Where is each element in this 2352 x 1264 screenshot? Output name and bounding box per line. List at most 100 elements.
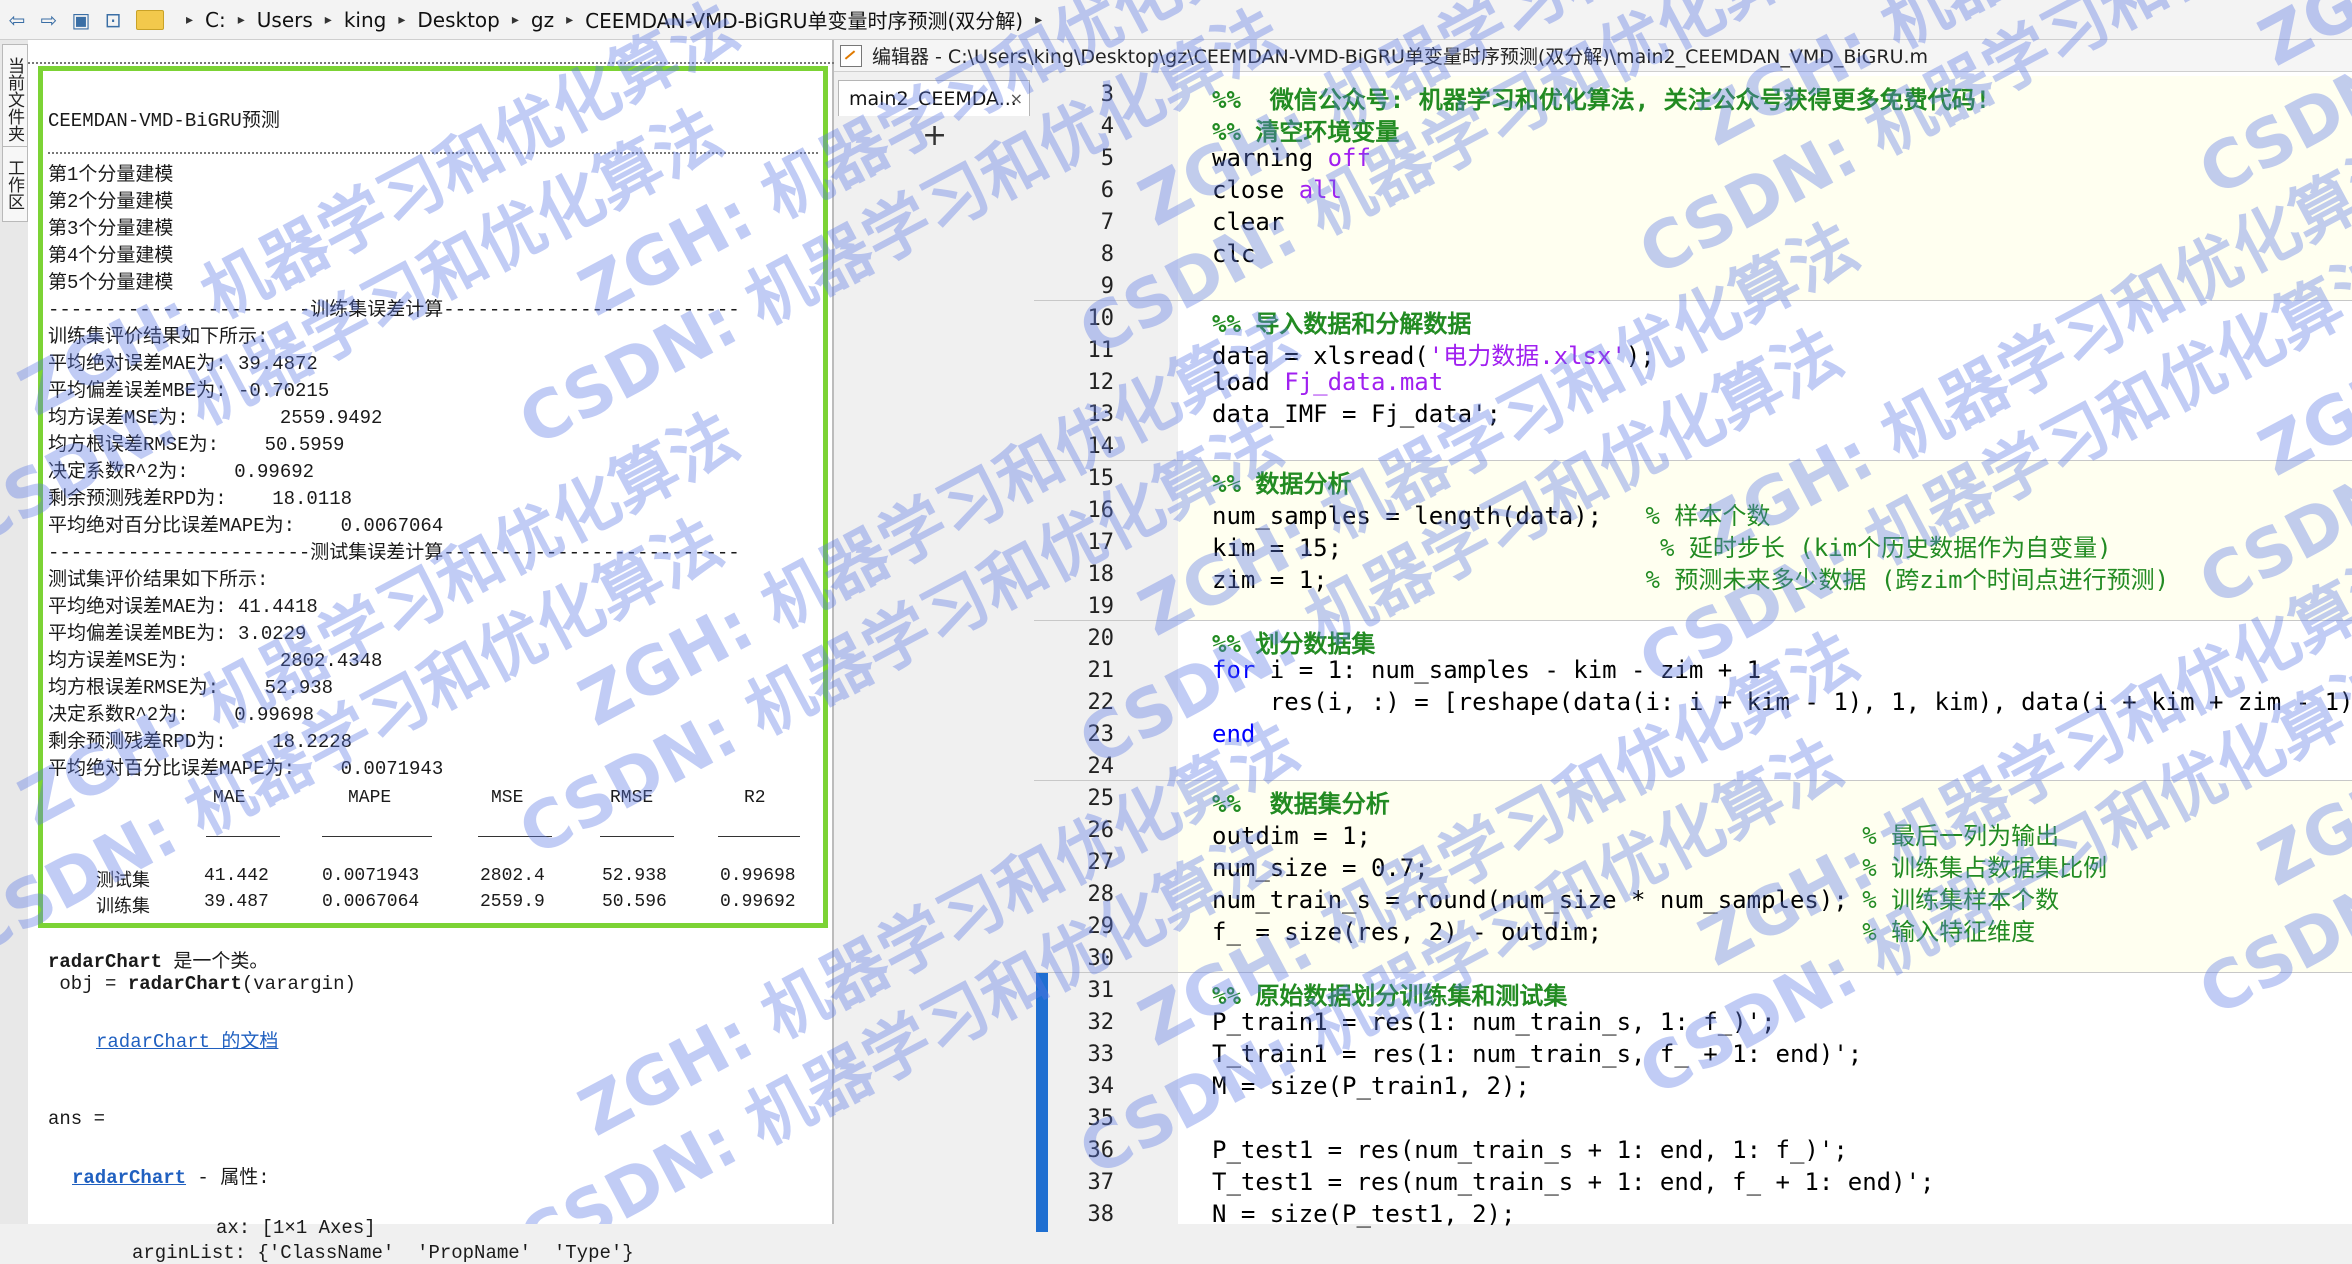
code-line[interactable]: res(i, :) = [reshape(data(i: i + kim - 1…	[1212, 688, 2352, 716]
code-line[interactable]: for i = 1: num_samples - kim - zim + 1	[1212, 656, 1761, 684]
line-number: 36	[1087, 1138, 1115, 1163]
constructor-name: radarChart	[127, 973, 242, 995]
code-token: all	[1298, 176, 1343, 204]
output-line: 剩余预测残差RPD为: 18.0118	[48, 488, 353, 510]
code-line[interactable]: num_train_s = round(num_size * num_sampl…	[1212, 880, 2059, 915]
chevron-right-icon[interactable]: ▸	[398, 12, 405, 28]
code-line[interactable]: %% 微信公众号: 机器学习和优化算法, 关注公众号获得更多免费代码!	[1212, 80, 1990, 115]
line-number: 37	[1087, 1170, 1115, 1195]
code-line[interactable]: outdim = 1; % 最后一列为输出	[1212, 816, 2059, 851]
line-number: 3	[1100, 82, 1114, 107]
code-line[interactable]: warning off	[1212, 144, 1371, 172]
code-line[interactable]: %% 清空环境变量	[1212, 112, 1399, 147]
chevron-right-icon[interactable]: ▸	[566, 12, 573, 28]
output-line: 平均绝对百分比误差MAPE为: 0.0067064	[48, 515, 444, 537]
add-tab-icon[interactable]: +	[922, 118, 947, 153]
table-underline	[322, 836, 432, 837]
breadcrumb-item[interactable]: CEEMDAN-VMD-BiGRU单变量时序预测(双分解)	[585, 5, 1023, 34]
line-number: 10	[1087, 306, 1115, 331]
code-line[interactable]: num_samples = length(data); % 样本个数	[1212, 496, 1770, 531]
property-class-link[interactable]: radarChart	[72, 1167, 186, 1189]
output-title: CEEMDAN-VMD-BiGRU预测	[48, 110, 280, 132]
code-token: %% 微信公众号: 机器学习和优化算法, 关注公众号获得更多免费代码!	[1212, 86, 1991, 114]
editor-file-tab[interactable]: main2_CEEMDA... ×	[838, 80, 1030, 116]
class-info-line: radarChart 是一个类。	[48, 946, 268, 973]
browse-icon[interactable]: ⊡	[98, 5, 128, 35]
code-line[interactable]: close all	[1212, 176, 1342, 204]
table-underline	[206, 836, 280, 837]
output-line: 第1个分量建模	[48, 164, 174, 186]
code-line[interactable]: M = size(P_train1, 2);	[1212, 1072, 1530, 1100]
code-line[interactable]: %% 数据分析	[1212, 464, 1351, 499]
table-header-mse: MSE	[491, 788, 524, 808]
code-line[interactable]: load Fj_data.mat	[1212, 368, 1443, 396]
code-line[interactable]: %% 划分数据集	[1212, 624, 1375, 659]
code-line[interactable]: data = xlsread('电力数据.xlsx');	[1212, 336, 1655, 371]
line-number: 16	[1087, 498, 1115, 523]
chevron-right-icon[interactable]: ▸	[1035, 12, 1042, 28]
code-token: T_train1 = res(1: num_train_s, f_ + 1: e…	[1212, 1040, 1863, 1068]
code-line[interactable]: P_test1 = res(num_train_s + 1: end, 1: f…	[1212, 1136, 1848, 1164]
code-line[interactable]: %% 数据集分析	[1212, 784, 1390, 819]
line-number: 32	[1087, 1010, 1115, 1035]
breadcrumb-item[interactable]: Desktop	[417, 8, 499, 32]
close-icon[interactable]: ×	[1010, 89, 1023, 108]
code-token: P_train1 = res(1: num_train_s, 1: f_)';	[1212, 1008, 1776, 1036]
line-number: 24	[1087, 754, 1115, 779]
breadcrumb-item[interactable]: C:	[205, 8, 226, 32]
code-token: clc	[1212, 240, 1256, 268]
code-line[interactable]: num_size = 0.7; % 训练集占数据集比例	[1212, 848, 2107, 883]
line-number: 34	[1087, 1074, 1115, 1099]
code-line[interactable]: data_IMF = Fj_data';	[1212, 400, 1501, 428]
chevron-right-icon[interactable]: ▸	[238, 12, 245, 28]
output-line: 训练集评价结果如下所示:	[48, 326, 269, 348]
line-number: 28	[1087, 882, 1115, 907]
code-line[interactable]: end	[1212, 720, 1255, 748]
breadcrumb-item[interactable]: king	[344, 8, 387, 32]
back-icon[interactable]: ⇦	[2, 5, 32, 35]
table-underline	[718, 836, 800, 837]
line-number: 26	[1087, 818, 1115, 843]
chevron-right-icon[interactable]: ▸	[325, 12, 332, 28]
code-line[interactable]: P_train1 = res(1: num_train_s, 1: f_)';	[1212, 1008, 1776, 1036]
output-line: 平均绝对误差MAE为: 39.4872	[48, 353, 318, 375]
breadcrumb-item[interactable]: Users	[257, 8, 313, 32]
line-number: 19	[1087, 594, 1115, 619]
line-number: 27	[1087, 850, 1115, 875]
editor-title: 编辑器 - C:\Users\king\Desktop\gz\CEEMDAN-V…	[872, 46, 1929, 68]
workspace-tab[interactable]: 工作区	[2, 146, 28, 222]
command-window[interactable]: CEEMDAN-VMD-BiGRU预测 第1个分量建模 第2个分量建模 第3个分量建…	[28, 40, 834, 1264]
current-folder-tab[interactable]: 当前文件夹	[2, 44, 28, 154]
line-number: 9	[1100, 274, 1114, 299]
code-line[interactable]: zim = 1; % 预测未来多少数据 (跨zim个时间点进行预测)	[1212, 560, 2169, 595]
class-name: radarChart	[48, 951, 163, 973]
code-token: Fj_data.mat	[1284, 368, 1444, 396]
code-token: );	[1625, 342, 1655, 370]
code-line[interactable]: f_ = size(res, 2) - outdim; % 输入特征维度	[1212, 912, 2035, 947]
code-line[interactable]: kim = 15; % 延时步长 (kim个历史数据作为自变量)	[1212, 528, 2112, 563]
constructor-suffix: (varargin)	[241, 973, 356, 995]
code-line[interactable]: clear	[1212, 208, 1284, 236]
table-underline	[478, 836, 552, 837]
code-token: % 延时步长 (kim个历史数据作为自变量)	[1659, 534, 2112, 562]
table-cell: 0.0071943	[322, 866, 420, 886]
code-token: clear	[1212, 208, 1285, 236]
code-line[interactable]: T_test1 = res(num_train_s + 1: end, f_ +…	[1212, 1168, 1934, 1196]
forward-icon[interactable]: ⇨	[34, 5, 64, 35]
divider	[48, 152, 818, 154]
doc-link[interactable]: radarChart 的文档	[96, 1026, 278, 1053]
code-token: i = 1: num_samples - kim - zim + 1	[1255, 656, 1762, 684]
code-line[interactable]: T_train1 = res(1: num_train_s, f_ + 1: e…	[1212, 1040, 1862, 1068]
code-token: % 预测未来多少数据 (跨zim个时间点进行预测)	[1645, 566, 2170, 594]
line-number: 21	[1087, 658, 1115, 683]
line-number: 20	[1087, 626, 1115, 651]
code-line[interactable]: %% 导入数据和分解数据	[1212, 304, 1471, 339]
code-line[interactable]: %% 原始数据划分训练集和测试集	[1212, 976, 1567, 1011]
chevron-right-icon[interactable]: ▸	[512, 12, 519, 28]
code-line[interactable]: clc	[1212, 240, 1255, 268]
code-area[interactable]: %% 微信公众号: 机器学习和优化算法, 关注公众号获得更多免费代码! %% 清空…	[1034, 72, 2352, 1228]
up-folder-icon[interactable]: ▣	[66, 5, 96, 35]
output-line: 决定系数R^2为: 0.99692	[48, 461, 315, 483]
breadcrumb-item[interactable]: gz	[531, 8, 554, 32]
editor-title-bar: 编辑器 - C:\Users\king\Desktop\gz\CEEMDAN-V…	[834, 40, 2352, 72]
